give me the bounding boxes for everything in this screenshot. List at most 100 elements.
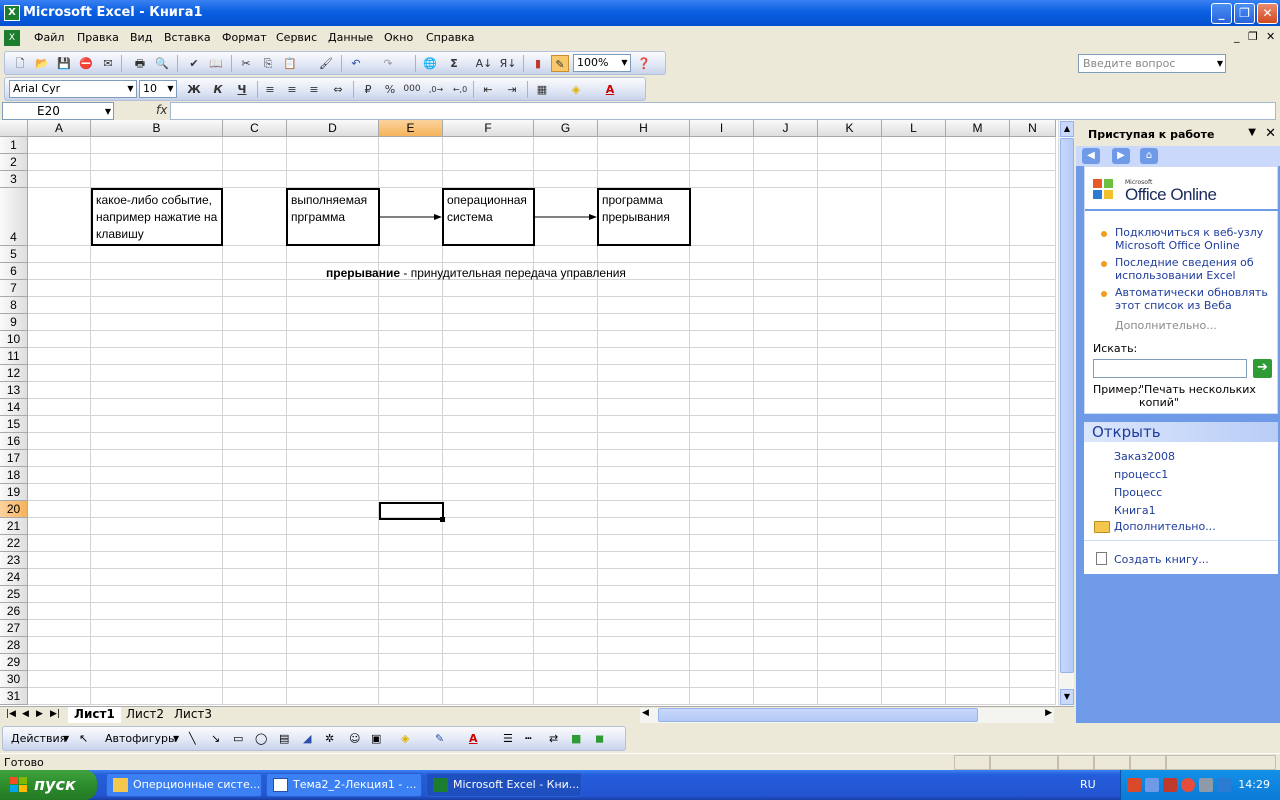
forward-icon[interactable]: ▶ <box>1112 148 1130 164</box>
sort-ascending-icon[interactable]: A↓ <box>475 55 493 72</box>
document-icon[interactable]: X <box>4 30 20 46</box>
menu-help[interactable]: Справка <box>426 31 474 44</box>
rectangle-icon[interactable]: ▭ <box>233 732 243 745</box>
new-icon[interactable]: 🗋 <box>11 55 29 72</box>
formula-input[interactable] <box>170 102 1276 120</box>
worksheet-grid[interactable]: ABCDEFGHIJKLMN 1 2 3 4 5 6 7 8 9 10 11 12 13 14 15 16 17… <box>0 120 1074 706</box>
decrease-decimal-icon[interactable]: ←,0 <box>451 81 469 98</box>
format-painter-icon[interactable]: 🖌 <box>317 55 335 72</box>
fill-handle[interactable] <box>440 517 445 522</box>
open-icon[interactable]: 📂 <box>33 55 51 72</box>
minimize-button[interactable]: _ <box>1211 3 1232 24</box>
home-icon[interactable]: ⌂ <box>1140 148 1158 164</box>
increase-indent-icon[interactable]: ⇥ <box>503 81 521 98</box>
recent-file-3[interactable]: Процесс <box>1114 486 1162 499</box>
maximize-button[interactable]: ❐ <box>1234 3 1255 24</box>
network-disconnected-icon[interactable] <box>1163 778 1177 792</box>
zoom-select[interactable]: 100% ▼ <box>573 54 631 72</box>
search-input[interactable] <box>1093 359 1247 378</box>
align-right-icon[interactable]: ≡ <box>305 81 323 98</box>
chevron-down-icon[interactable]: ▼ <box>1248 127 1256 138</box>
line-color-icon[interactable]: ✎ <box>435 732 444 745</box>
cut-icon[interactable]: ✂ <box>237 55 255 72</box>
insert-function-icon[interactable]: fx <box>156 103 167 117</box>
copy-icon[interactable]: ⎘ <box>259 55 277 72</box>
italic-button[interactable]: К <box>209 81 227 98</box>
chevron-down-icon[interactable]: ▼ <box>63 734 69 743</box>
font-color-icon[interactable]: A <box>469 732 478 745</box>
monitor-icon[interactable] <box>1199 778 1213 792</box>
recent-file-4[interactable]: Книга1 <box>1114 504 1156 517</box>
link-office-online[interactable]: Подключиться к веб-узлу Microsoft Office… <box>1115 226 1275 252</box>
autoshapes-menu[interactable]: Автофигуры <box>105 732 177 745</box>
doc-close-button[interactable]: ✕ <box>1266 30 1275 43</box>
bold-button[interactable]: Ж <box>185 81 203 98</box>
menu-insert[interactable]: Вставка <box>164 31 211 44</box>
language-indicator[interactable]: RU <box>1080 778 1096 791</box>
scroll-thumb[interactable] <box>658 708 978 722</box>
network-icon[interactable] <box>1145 778 1159 792</box>
underline-button[interactable]: Ч <box>233 81 251 98</box>
email-icon[interactable]: ✉ <box>99 55 117 72</box>
spelling-icon[interactable]: ✔ <box>185 55 203 72</box>
font-select[interactable]: Arial Cyr ▼ <box>9 80 137 98</box>
chevron-down-icon[interactable]: ▼ <box>1214 55 1226 72</box>
sheet-tab-1[interactable]: Лист1 <box>68 707 121 723</box>
vertical-scrollbar[interactable]: ▲ ▼ <box>1058 120 1074 706</box>
ask-question-input[interactable]: Введите вопрос <box>1078 54 1226 73</box>
textbox-icon[interactable]: ▤ <box>279 732 289 745</box>
chevron-down-icon[interactable]: ▼ <box>125 81 136 97</box>
drawing-icon[interactable]: ✎ <box>551 55 569 72</box>
chevron-down-icon[interactable]: ▼ <box>165 81 176 97</box>
chevron-down-icon[interactable]: ▼ <box>173 734 179 743</box>
link-more[interactable]: Дополнительно... <box>1115 319 1275 332</box>
next-sheet-icon[interactable]: ▶ <box>36 709 43 719</box>
undo-icon[interactable]: ↶ <box>347 55 365 72</box>
doc-restore-button[interactable]: ❐ <box>1248 30 1258 43</box>
scroll-thumb[interactable] <box>1060 138 1074 673</box>
create-workbook-link[interactable]: Создать книгу... <box>1114 553 1209 566</box>
menu-edit[interactable]: Правка <box>77 31 119 44</box>
bluetooth-icon[interactable] <box>1217 778 1231 792</box>
scroll-left-icon[interactable]: ◀ <box>642 708 649 718</box>
doc-minimize-button[interactable]: _ <box>1234 30 1240 43</box>
picture-icon[interactable]: ▣ <box>371 732 381 745</box>
open-more-link[interactable]: Дополнительно... <box>1114 520 1216 533</box>
diagram-icon[interactable]: ✲ <box>325 732 334 745</box>
menu-data[interactable]: Данные <box>328 31 373 44</box>
horizontal-scrollbar[interactable]: ◀ ▶ <box>640 708 1054 723</box>
scroll-down-icon[interactable]: ▼ <box>1060 689 1074 705</box>
task-folder[interactable]: Оперционные систе... <box>106 773 262 797</box>
percent-icon[interactable]: % <box>381 81 399 98</box>
link-auto-update[interactable]: Автоматически обновлять этот список из В… <box>1115 286 1275 312</box>
tray-app-icon[interactable] <box>1127 778 1141 792</box>
3d-icon[interactable]: ◼ <box>595 732 604 745</box>
font-color-icon[interactable]: A <box>601 81 619 98</box>
decrease-indent-icon[interactable]: ⇤ <box>479 81 497 98</box>
permission-icon[interactable]: ⛔ <box>77 55 95 72</box>
link-latest-news[interactable]: Последние сведения об использовании Exce… <box>1115 256 1275 282</box>
back-icon[interactable]: ◀ <box>1082 148 1100 164</box>
first-sheet-icon[interactable]: |◀ <box>6 709 16 719</box>
align-center-icon[interactable]: ≡ <box>283 81 301 98</box>
help-icon[interactable]: ❓ <box>635 55 653 72</box>
fill-color-icon[interactable]: ◈ <box>567 81 585 98</box>
close-button[interactable]: ✕ <box>1257 3 1278 24</box>
font-size-select[interactable]: 10 ▼ <box>139 80 177 98</box>
menu-format[interactable]: Формат <box>222 31 267 44</box>
paste-icon[interactable]: 📋 <box>281 55 299 72</box>
hyperlink-icon[interactable]: 🌐 <box>421 55 439 72</box>
sort-descending-icon[interactable]: Я↓ <box>499 55 517 72</box>
scroll-up-icon[interactable]: ▲ <box>1060 121 1074 137</box>
start-button[interactable]: пуск <box>0 770 97 800</box>
chart-wizard-icon[interactable]: ▮ <box>529 55 547 72</box>
fill-color-icon[interactable]: ◈ <box>401 732 409 745</box>
shadow-icon[interactable]: ■ <box>571 732 581 745</box>
close-icon[interactable]: ✕ <box>1265 126 1276 141</box>
task-excel[interactable]: Microsoft Excel - Кни... <box>426 773 582 797</box>
chevron-down-icon[interactable]: ▼ <box>619 55 630 71</box>
select-objects-icon[interactable]: ↖ <box>79 732 88 745</box>
sheet-tab-2[interactable]: Лист2 <box>120 707 170 723</box>
scroll-right-icon[interactable]: ▶ <box>1045 708 1052 718</box>
currency-icon[interactable]: ₽ <box>359 81 377 98</box>
